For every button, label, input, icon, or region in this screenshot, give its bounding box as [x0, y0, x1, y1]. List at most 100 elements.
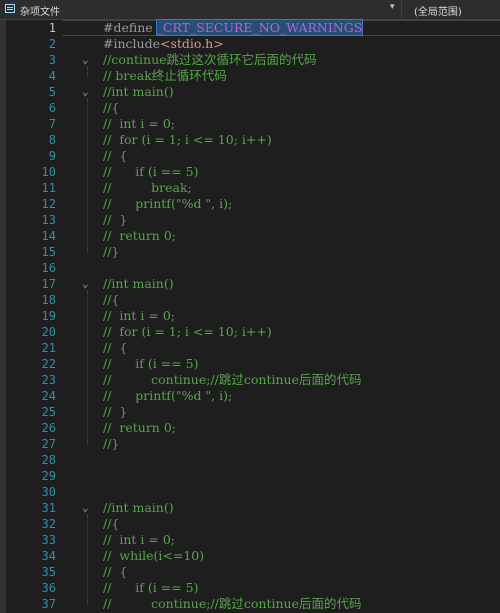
code-line[interactable]: 19 // int i = 0; — [0, 308, 500, 324]
code-line[interactable]: 10 // if (i == 5) — [0, 164, 500, 180]
fold-chevron-icon[interactable]: ⌄ — [82, 278, 89, 290]
line-number: 27 — [41, 437, 56, 451]
code-line[interactable]: 15 //} — [0, 244, 500, 260]
outline-guide — [87, 99, 88, 253]
code-line[interactable]: 2 #include<stdio.h> — [0, 36, 500, 52]
code-line[interactable]: 13 // } — [0, 212, 500, 228]
line-number: 22 — [41, 357, 56, 371]
project-dropdown-chevron-icon[interactable]: ▾ — [390, 2, 395, 12]
code-text: // if (i == 5) — [103, 164, 198, 180]
comment-token: // { — [103, 564, 128, 579]
code-line[interactable]: 18 //{ — [0, 292, 500, 308]
code-line[interactable]: 37 // continue;//跳过continue后面的代码 — [0, 596, 500, 612]
code-line[interactable]: 8 // for (i = 1; i <= 10; i++) — [0, 132, 500, 148]
code-text: // continue;//跳过continue后面的代码 — [103, 372, 361, 388]
code-line[interactable]: 21 // { — [0, 340, 500, 356]
code-text: //int main() — [103, 500, 174, 516]
code-text: //{ — [103, 516, 119, 532]
code-text: // printf("%d ", i); — [103, 196, 232, 212]
code-text: // return 0; — [103, 228, 176, 244]
code-line[interactable]: 6 //{ — [0, 100, 500, 116]
code-line[interactable]: 31 ⌄ //int main() — [0, 500, 500, 516]
code-line[interactable]: 17 ⌄ //int main() — [0, 276, 500, 292]
code-text: #define _CRT_SECURE_NO_WARNINGS — [103, 19, 364, 36]
code-line[interactable]: 33 // int i = 0; — [0, 532, 500, 548]
code-line[interactable]: 3 ⌄ //continue跳过这次循环它后面的代码 — [0, 52, 500, 68]
editor-navigation-bar: 杂项文件 ▾ (全局范围) — [0, 0, 500, 20]
code-text: // int i = 0; — [103, 532, 175, 548]
line-number: 24 — [41, 389, 56, 403]
code-line[interactable]: 12 // printf("%d ", i); — [0, 196, 500, 212]
code-line[interactable]: 26 // return 0; — [0, 420, 500, 436]
code-text: //} — [103, 436, 119, 452]
outline-guide — [87, 291, 88, 445]
comment-token: // if (i == 5) — [103, 356, 199, 371]
comment-token: // for (i = 1; i <= 10; i++) — [103, 324, 272, 339]
comment-token: //continue跳过这次循环它后面的代码 — [103, 52, 317, 67]
comment-token: //} — [103, 436, 120, 451]
line-number: 8 — [48, 133, 56, 147]
code-line[interactable]: 27 //} — [0, 436, 500, 452]
line-number: 3 — [48, 53, 56, 67]
code-line[interactable]: 4 // break终止循环代码 — [0, 68, 500, 84]
code-line[interactable]: 20 // for (i = 1; i <= 10; i++) — [0, 324, 500, 340]
line-number: 18 — [41, 293, 56, 307]
fold-chevron-icon[interactable]: ⌄ — [82, 86, 89, 98]
code-line[interactable]: 24 // printf("%d ", i); — [0, 388, 500, 404]
code-text: //{ — [103, 292, 119, 308]
comment-token: //int main() — [103, 276, 174, 291]
line-number: 23 — [41, 373, 56, 387]
comment-token: // } — [103, 212, 128, 227]
comment-token: // while(i<=10) — [103, 548, 205, 563]
line-number: 26 — [41, 421, 56, 435]
code-text: // break; — [103, 180, 192, 196]
code-text: //continue跳过这次循环它后面的代码 — [103, 52, 317, 68]
code-line[interactable]: 32 //{ — [0, 516, 500, 532]
line-number: 13 — [41, 213, 56, 227]
project-dropdown-label[interactable]: 杂项文件 — [20, 3, 60, 18]
code-line[interactable]: 23 // continue;//跳过continue后面的代码 — [0, 372, 500, 388]
code-editor[interactable]: 1 #define _CRT_SECURE_NO_WARNINGS 2 #includ… — [0, 19, 500, 613]
fold-chevron-icon[interactable]: ⌄ — [82, 54, 89, 66]
code-line[interactable]: 1 #define _CRT_SECURE_NO_WARNINGS — [0, 19, 500, 36]
comment-token: //{ — [103, 516, 120, 531]
comment-token: //int main() — [103, 84, 174, 99]
comment-token: // break; — [103, 180, 192, 195]
code-text: // int i = 0; — [103, 308, 175, 324]
code-line[interactable]: 9 // { — [0, 148, 500, 164]
line-number: 2 — [48, 37, 56, 51]
code-text: // } — [103, 212, 127, 228]
comment-token: // int i = 0; — [103, 116, 175, 131]
scope-dropdown-label[interactable]: (全局范围) — [414, 3, 462, 18]
line-number: 7 — [48, 117, 56, 131]
comment-token: // printf("%d ", i); — [103, 196, 233, 211]
code-text: // if (i == 5) — [103, 356, 198, 372]
code-text: //int main() — [103, 276, 174, 292]
comment-token: // int i = 0; — [103, 532, 175, 547]
code-line[interactable]: 7 // int i = 0; — [0, 116, 500, 132]
line-number: 34 — [41, 549, 56, 563]
code-line[interactable]: 11 // break; — [0, 180, 500, 196]
code-text: // { — [103, 564, 127, 580]
code-line[interactable]: 16 — [0, 260, 500, 276]
line-number: 35 — [41, 565, 56, 579]
code-line[interactable]: 5 ⌄ //int main() — [0, 84, 500, 100]
code-line[interactable]: 25 // } — [0, 404, 500, 420]
code-line[interactable]: 29 — [0, 468, 500, 484]
line-number: 37 — [41, 597, 56, 611]
code-line[interactable]: 14 // return 0; — [0, 228, 500, 244]
fold-chevron-icon[interactable]: ⌄ — [82, 502, 89, 514]
scope-dropdown[interactable]: (全局范围) — [401, 1, 500, 18]
code-line[interactable]: 36 // if (i == 5) — [0, 580, 500, 596]
code-text: // break终止循环代码 — [103, 68, 227, 84]
comment-token: //int main() — [103, 500, 174, 515]
comment-token: //{ — [103, 292, 120, 307]
code-line[interactable]: 28 — [0, 452, 500, 468]
code-text: // { — [103, 148, 127, 164]
code-text: // int i = 0; — [103, 116, 175, 132]
code-line[interactable]: 35 // { — [0, 564, 500, 580]
code-line[interactable]: 22 // if (i == 5) — [0, 356, 500, 372]
code-line[interactable]: 34 // while(i<=10) — [0, 548, 500, 564]
code-line[interactable]: 30 — [0, 484, 500, 500]
code-text: // } — [103, 404, 127, 420]
